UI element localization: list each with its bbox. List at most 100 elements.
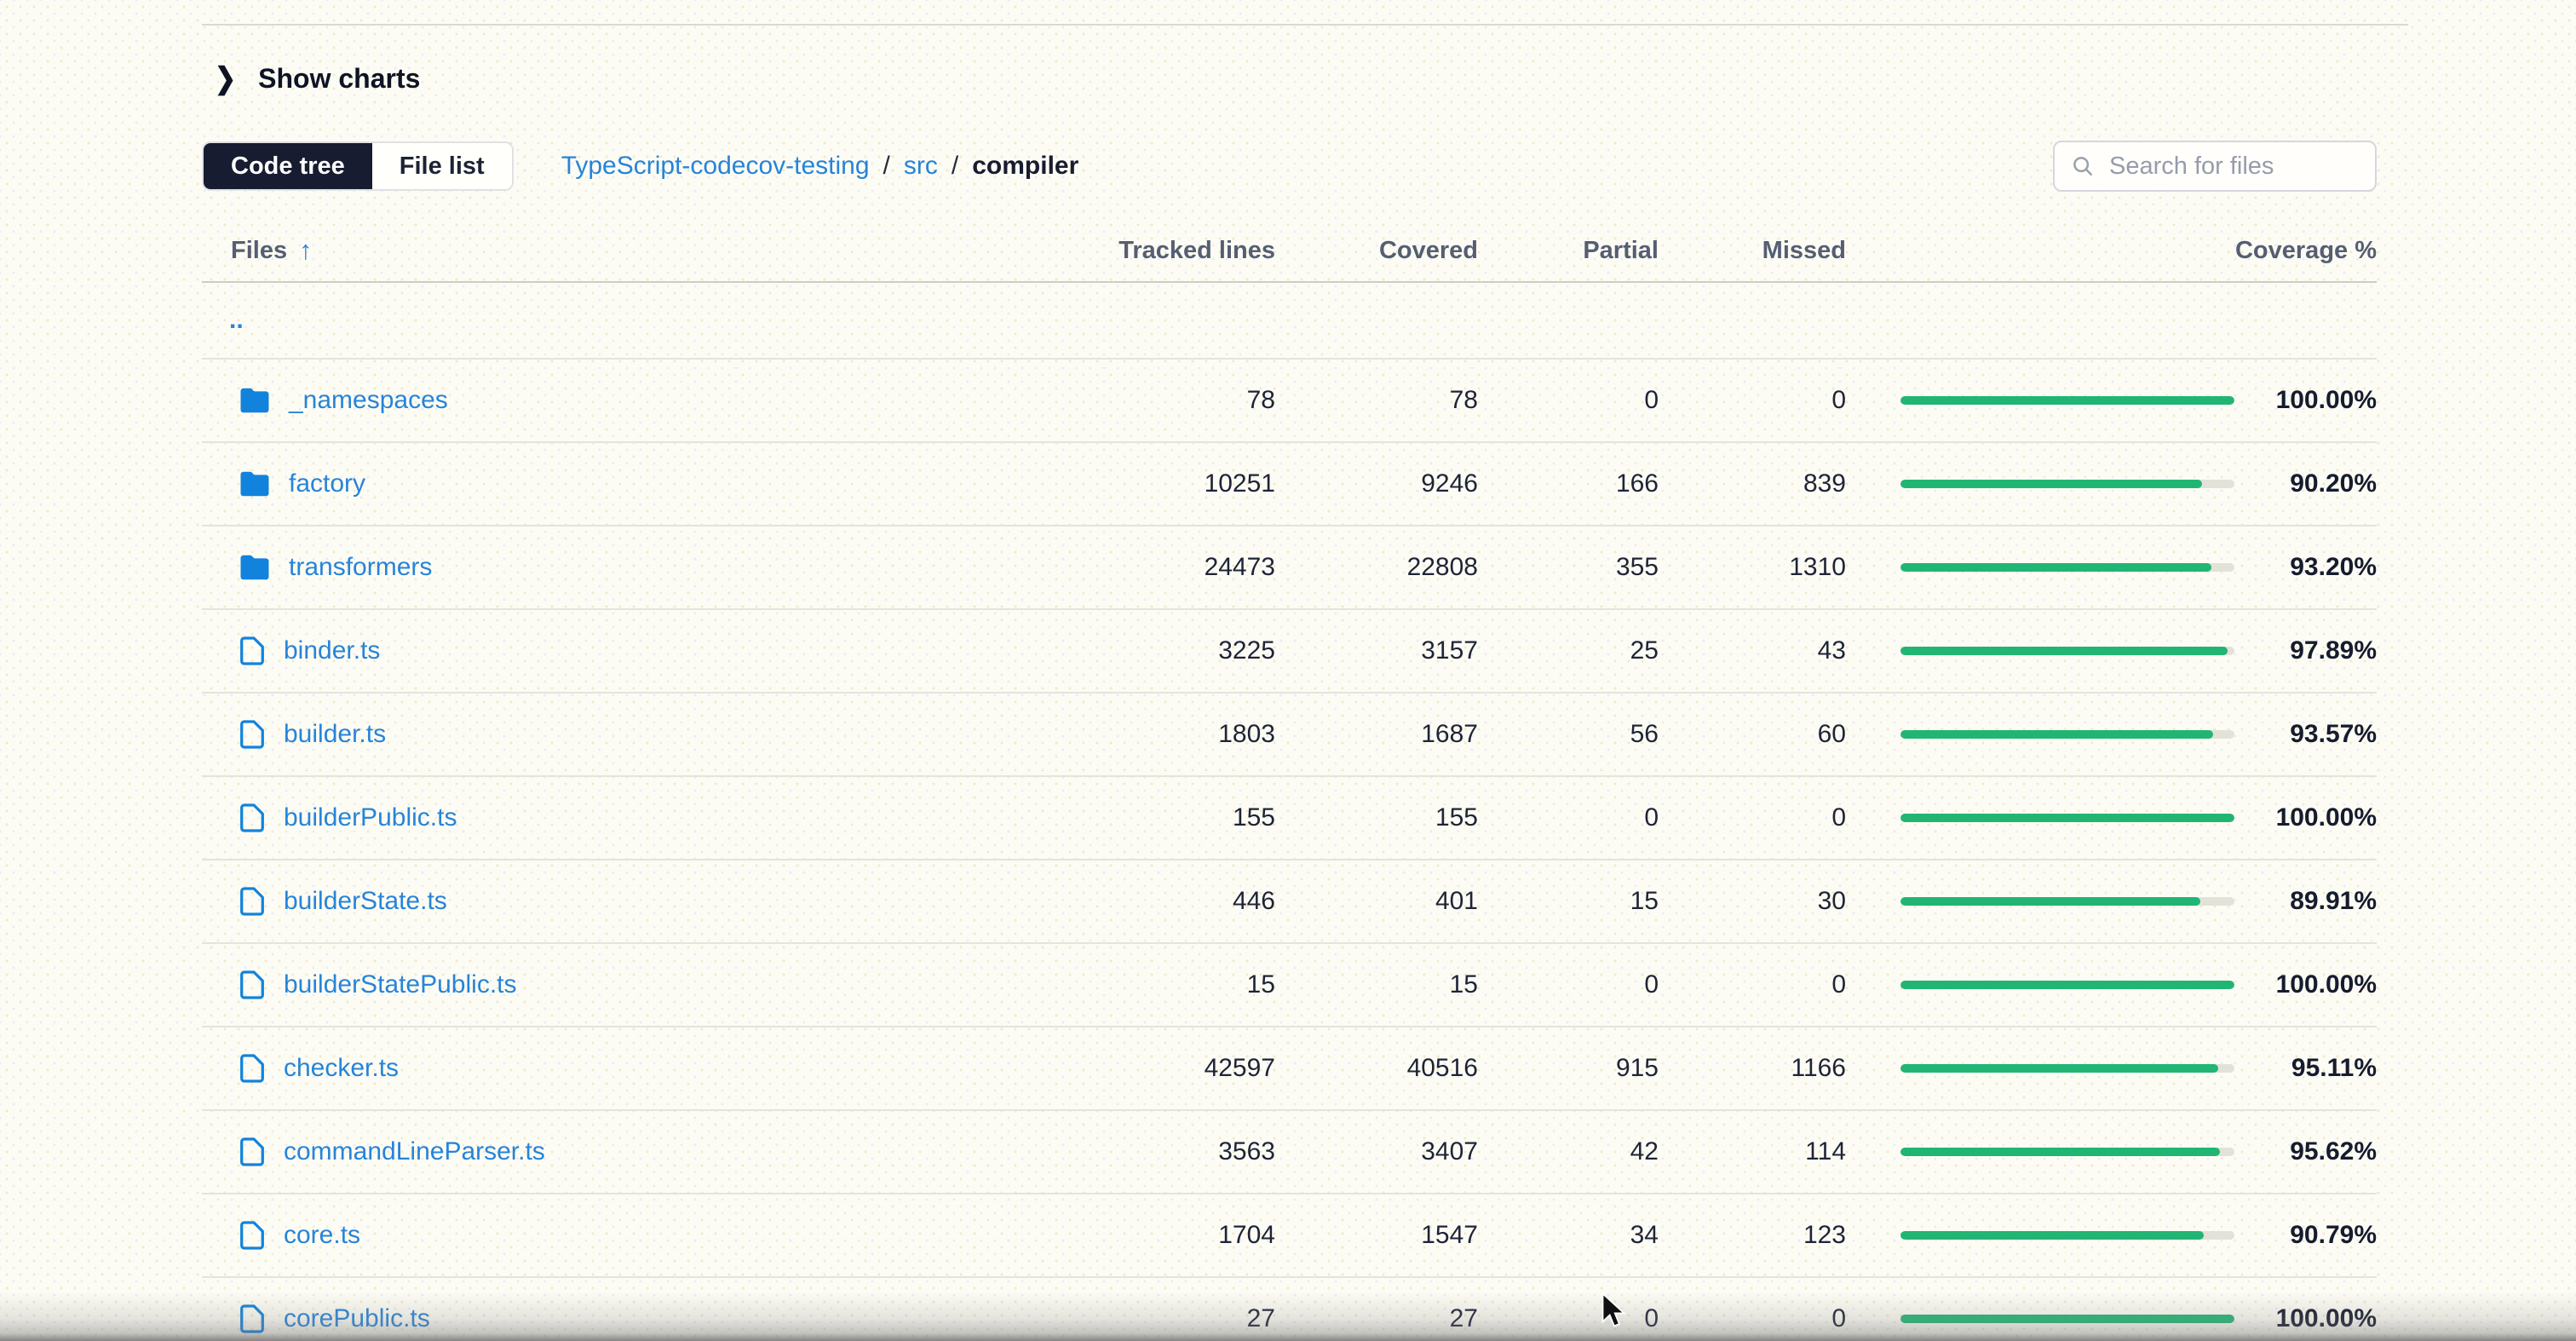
file-link[interactable]: checker.ts [284, 1054, 399, 1083]
column-header-files[interactable]: Files ↑ [202, 235, 1020, 266]
coverage-bar [1846, 563, 2234, 572]
file-icon [239, 803, 265, 833]
coverage-page: ❯ Show charts Code tree File list TypeSc… [0, 0, 2576, 1341]
folder-icon [239, 470, 270, 498]
coverage-percent: 90.20% [2234, 469, 2377, 498]
show-charts-label: Show charts [258, 63, 420, 95]
tracked-lines-value: 15 [1020, 970, 1275, 999]
folder-icon [239, 387, 270, 414]
file-list-button[interactable]: File list [372, 143, 512, 189]
tracked-lines-value: 1803 [1020, 720, 1275, 749]
partial-value: 56 [1478, 720, 1659, 749]
file-icon [239, 636, 265, 666]
covered-value: 3407 [1275, 1137, 1478, 1166]
column-header-partial[interactable]: Partial [1478, 237, 1659, 265]
top-divider [202, 24, 2408, 26]
file-icon [239, 1304, 265, 1334]
file-link[interactable]: core.ts [284, 1221, 360, 1250]
tracked-lines-value: 78 [1020, 386, 1275, 415]
coverage-bar [1846, 897, 2234, 906]
covered-value: 27 [1275, 1304, 1478, 1333]
file-link[interactable]: builderState.ts [284, 887, 447, 916]
partial-value: 34 [1478, 1221, 1659, 1250]
coverage-bar [1846, 981, 2234, 989]
coverage-percent: 89.91% [2234, 887, 2377, 916]
coverage-percent: 100.00% [2234, 803, 2377, 832]
tracked-lines-value: 155 [1020, 803, 1275, 832]
coverage-bar [1846, 647, 2234, 655]
breadcrumb-repo-link[interactable]: TypeScript-codecov-testing [561, 152, 870, 181]
partial-value: 0 [1478, 386, 1659, 415]
covered-value: 1547 [1275, 1221, 1478, 1250]
file-link[interactable]: builderStatePublic.ts [284, 970, 517, 999]
code-tree-button[interactable]: Code tree [204, 143, 372, 189]
coverage-bar [1846, 1148, 2234, 1156]
search-box [2053, 141, 2377, 192]
file-link[interactable]: _namespaces [289, 386, 448, 415]
covered-value: 3157 [1275, 636, 1478, 665]
coverage-bar [1846, 480, 2234, 488]
tracked-lines-value: 24473 [1020, 553, 1275, 582]
coverage-percent: 95.11% [2234, 1054, 2377, 1083]
missed-value: 30 [1659, 887, 1846, 916]
file-link[interactable]: builderPublic.ts [284, 803, 457, 832]
coverage-percent: 97.89% [2234, 636, 2377, 665]
partial-value: 42 [1478, 1137, 1659, 1166]
covered-value: 22808 [1275, 553, 1478, 582]
missed-value: 0 [1659, 803, 1846, 832]
file-link[interactable]: corePublic.ts [284, 1304, 430, 1333]
tracked-lines-value: 446 [1020, 887, 1275, 916]
file-link[interactable]: commandLineParser.ts [284, 1137, 545, 1166]
search-input[interactable] [2107, 152, 2360, 181]
table-row: corePublic.ts 27 27 0 0 100.00% [202, 1278, 2377, 1341]
file-link[interactable]: factory [289, 469, 365, 498]
missed-value: 43 [1659, 636, 1846, 665]
file-icon [239, 1220, 265, 1251]
table-row: _namespaces 78 78 0 0 100.00% [202, 360, 2377, 443]
breadcrumb-src-link[interactable]: src [904, 152, 938, 181]
table-row: builderState.ts 446 401 15 30 89.91% [202, 860, 2377, 944]
search-icon [2070, 153, 2096, 179]
file-icon [239, 1053, 265, 1084]
parent-directory-row: .. [202, 283, 2377, 360]
column-header-coverage[interactable]: Coverage % [2234, 237, 2377, 265]
coverage-bar [1846, 814, 2234, 822]
covered-value: 40516 [1275, 1054, 1478, 1083]
missed-value: 0 [1659, 1304, 1846, 1333]
covered-value: 78 [1275, 386, 1478, 415]
coverage-percent: 100.00% [2234, 1304, 2377, 1333]
coverage-percent: 95.62% [2234, 1137, 2377, 1166]
table-row: transformers 24473 22808 355 1310 93.20% [202, 527, 2377, 610]
partial-value: 355 [1478, 553, 1659, 582]
missed-value: 0 [1659, 386, 1846, 415]
coverage-percent: 100.00% [2234, 970, 2377, 999]
file-link[interactable]: builder.ts [284, 720, 386, 749]
tracked-lines-value: 3225 [1020, 636, 1275, 665]
table-row: builderPublic.ts 155 155 0 0 100.00% [202, 777, 2377, 860]
breadcrumb: TypeScript-codecov-testing / src / compi… [561, 152, 1079, 181]
file-link[interactable]: binder.ts [284, 636, 380, 665]
file-link[interactable]: transformers [289, 553, 432, 582]
missed-value: 123 [1659, 1221, 1846, 1250]
coverage-percent: 93.57% [2234, 720, 2377, 749]
partial-value: 15 [1478, 887, 1659, 916]
coverage-bar [1846, 396, 2234, 405]
tracked-lines-value: 27 [1020, 1304, 1275, 1333]
files-table: Files ↑ Tracked lines Covered Partial Mi… [202, 220, 2377, 1341]
column-header-covered[interactable]: Covered [1275, 237, 1478, 265]
coverage-bar [1846, 1064, 2234, 1073]
coverage-bar [1846, 1231, 2234, 1240]
missed-value: 1166 [1659, 1054, 1846, 1083]
partial-value: 0 [1478, 803, 1659, 832]
tracked-lines-value: 3563 [1020, 1137, 1275, 1166]
missed-value: 114 [1659, 1137, 1846, 1166]
partial-value: 25 [1478, 636, 1659, 665]
table-header: Files ↑ Tracked lines Covered Partial Mi… [202, 220, 2377, 283]
file-icon [239, 719, 265, 750]
coverage-percent: 93.20% [2234, 553, 2377, 582]
show-charts-toggle[interactable]: ❯ Show charts [215, 56, 420, 101]
column-header-missed[interactable]: Missed [1659, 237, 1846, 265]
column-header-tracked-lines[interactable]: Tracked lines [1020, 237, 1275, 265]
parent-directory-link[interactable]: .. [229, 306, 244, 335]
coverage-bar [1846, 730, 2234, 739]
